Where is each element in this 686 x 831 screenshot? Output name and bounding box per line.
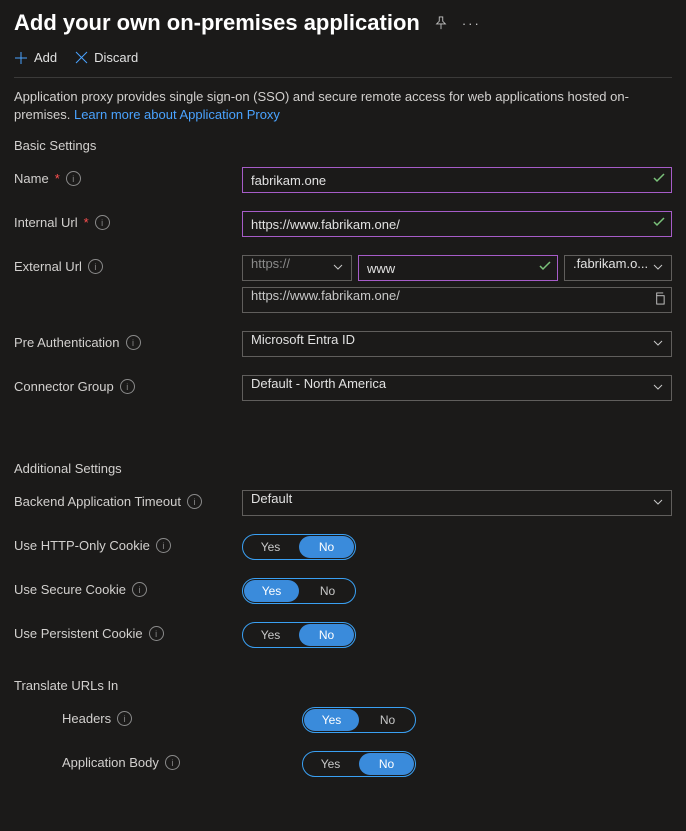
toggle-no[interactable]: No bbox=[300, 579, 355, 603]
appbody-toggle[interactable]: YesNo bbox=[302, 751, 416, 777]
toggle-no[interactable]: No bbox=[360, 708, 415, 732]
separator bbox=[14, 77, 672, 78]
discard-label: Discard bbox=[94, 50, 138, 65]
section-translate: Translate URLs In bbox=[14, 678, 672, 693]
check-icon bbox=[652, 215, 666, 229]
info-icon[interactable]: i bbox=[126, 335, 141, 350]
toggle-no[interactable]: No bbox=[299, 624, 354, 646]
label-secure: Use Secure Cookie bbox=[14, 582, 126, 597]
label-httponly: Use HTTP-Only Cookie bbox=[14, 538, 150, 553]
headers-toggle[interactable]: YesNo bbox=[302, 707, 416, 733]
discard-button[interactable]: Discard bbox=[75, 50, 138, 65]
check-icon bbox=[652, 171, 666, 185]
toggle-yes[interactable]: Yes bbox=[304, 709, 359, 731]
copy-icon[interactable] bbox=[653, 292, 666, 305]
info-icon[interactable]: i bbox=[95, 215, 110, 230]
description: Application proxy provides single sign-o… bbox=[14, 88, 672, 124]
close-icon bbox=[75, 51, 88, 64]
toggle-no[interactable]: No bbox=[299, 536, 354, 558]
label-headers: Headers bbox=[62, 711, 111, 726]
label-connector: Connector Group bbox=[14, 379, 114, 394]
persistent-toggle[interactable]: YesNo bbox=[242, 622, 356, 648]
label-timeout: Backend Application Timeout bbox=[14, 494, 181, 509]
info-icon[interactable]: i bbox=[120, 379, 135, 394]
info-icon[interactable]: i bbox=[117, 711, 132, 726]
info-icon[interactable]: i bbox=[132, 582, 147, 597]
add-button[interactable]: Add bbox=[14, 50, 57, 65]
name-input[interactable] bbox=[242, 167, 672, 193]
info-icon[interactable]: i bbox=[187, 494, 202, 509]
info-icon[interactable]: i bbox=[149, 626, 164, 641]
toggle-yes[interactable]: Yes bbox=[243, 623, 298, 647]
httponly-toggle[interactable]: YesNo bbox=[242, 534, 356, 560]
add-label: Add bbox=[34, 50, 57, 65]
toggle-yes[interactable]: Yes bbox=[244, 580, 299, 602]
label-preauth: Pre Authentication bbox=[14, 335, 120, 350]
info-icon[interactable]: i bbox=[165, 755, 180, 770]
page-title: Add your own on-premises application bbox=[14, 10, 420, 36]
timeout-select[interactable]: Default bbox=[242, 490, 672, 516]
more-icon[interactable]: ··· bbox=[462, 16, 481, 31]
external-sub-input[interactable] bbox=[358, 255, 558, 281]
label-external: External Url bbox=[14, 259, 82, 274]
secure-toggle[interactable]: YesNo bbox=[242, 578, 356, 604]
connector-select[interactable]: Default - North America bbox=[242, 375, 672, 401]
pin-icon[interactable] bbox=[434, 16, 448, 31]
toggle-yes[interactable]: Yes bbox=[303, 752, 358, 776]
external-full-url: https://www.fabrikam.one/ bbox=[242, 287, 672, 313]
required-indicator: * bbox=[55, 171, 60, 186]
preauth-select[interactable]: Microsoft Entra ID bbox=[242, 331, 672, 357]
learn-more-link[interactable]: Learn more about Application Proxy bbox=[74, 107, 280, 122]
internal-url-input[interactable] bbox=[242, 211, 672, 237]
plus-icon bbox=[14, 51, 28, 65]
info-icon[interactable]: i bbox=[156, 538, 171, 553]
label-appbody: Application Body bbox=[62, 755, 159, 770]
section-basic: Basic Settings bbox=[14, 138, 672, 153]
label-internal: Internal Url bbox=[14, 215, 78, 230]
external-domain-select[interactable]: .fabrikam.o... bbox=[564, 255, 672, 281]
external-scheme-select[interactable]: https:// bbox=[242, 255, 352, 281]
required-indicator: * bbox=[84, 215, 89, 230]
info-icon[interactable]: i bbox=[88, 259, 103, 274]
check-icon bbox=[538, 259, 552, 273]
section-additional: Additional Settings bbox=[14, 461, 672, 476]
toggle-yes[interactable]: Yes bbox=[243, 535, 298, 559]
label-name: Name bbox=[14, 171, 49, 186]
info-icon[interactable]: i bbox=[66, 171, 81, 186]
label-persistent: Use Persistent Cookie bbox=[14, 626, 143, 641]
toggle-no[interactable]: No bbox=[359, 753, 414, 775]
